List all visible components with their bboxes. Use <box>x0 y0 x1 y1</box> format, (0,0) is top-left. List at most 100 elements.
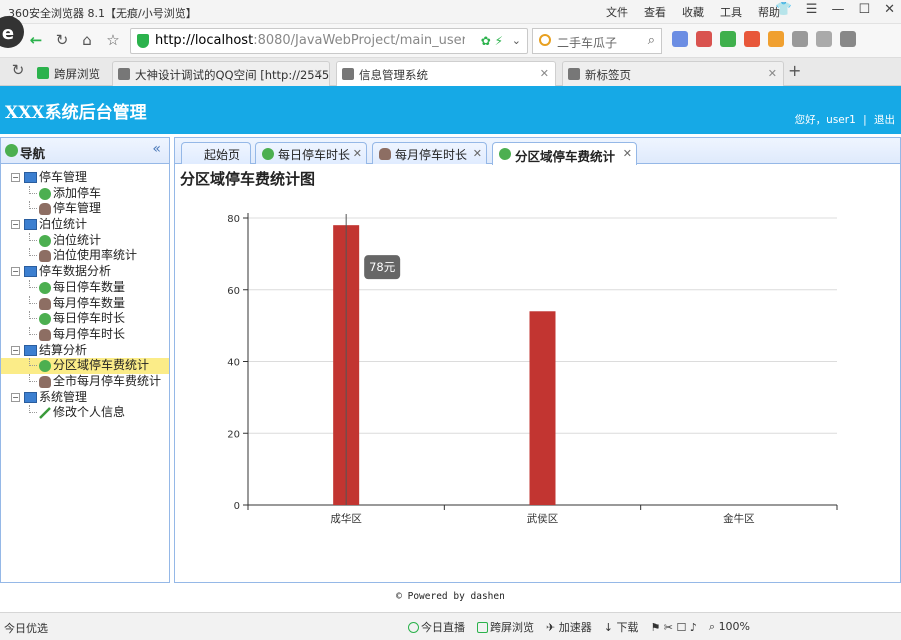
menu-view[interactable]: 查看 <box>644 4 666 20</box>
download-icon: ↓ <box>603 621 617 634</box>
status-accelerator[interactable]: ✈ 加速器 <box>546 619 592 635</box>
status-cross-screen[interactable]: 跨屏浏览 <box>477 619 534 635</box>
user-icon <box>39 328 51 341</box>
chart-tooltip-text: 78元 <box>369 260 396 274</box>
minimize-icon[interactable]: — <box>831 2 844 17</box>
greeting-text: 您好，user1 <box>794 114 856 126</box>
bar-chart: 0 20 40 60 80 成华区 武侯区 金牛区 78元 <box>227 213 838 525</box>
user-icon <box>379 148 391 160</box>
status-zoom[interactable]: ⌕ 100% <box>709 620 750 634</box>
page-icon <box>568 68 580 80</box>
apps-icon[interactable] <box>672 31 688 47</box>
add-icon <box>39 360 51 373</box>
tab-new-tab[interactable]: 新标签页 ✕ <box>562 61 784 86</box>
page-icon <box>342 68 354 80</box>
sidebar-item-parking-manage[interactable]: 停车管理 <box>1 201 169 217</box>
tab-cross-screen[interactable]: 跨屏浏览 <box>32 61 104 86</box>
tree-group-settlement[interactable]: − 结算分析 <box>1 343 169 359</box>
chevron-down-icon[interactable]: ⌄ <box>512 34 521 47</box>
user-icon <box>39 297 51 310</box>
close-tab-icon[interactable]: ✕ <box>540 67 549 80</box>
tree-group-parking[interactable]: − 停车管理 <box>1 170 169 186</box>
office-icon[interactable] <box>744 31 760 47</box>
status-download[interactable]: ↓ 下载 <box>604 619 639 635</box>
sidebar-item-edit-profile[interactable]: 修改个人信息 <box>1 405 169 421</box>
search-field[interactable]: 二手车瓜子 ⌕ <box>532 28 662 54</box>
globe-icon <box>5 144 18 157</box>
user-icon <box>39 250 51 263</box>
sidebar-item-daily-duration[interactable]: 每日停车时长 <box>1 311 169 327</box>
close-icon[interactable]: ✕ <box>884 2 895 17</box>
collapse-toggle-icon[interactable]: − <box>11 392 20 402</box>
add-icon <box>39 281 51 294</box>
sidebar-item-city-monthly-fee[interactable]: 全市每月停车费统计 <box>1 373 169 390</box>
star-icon[interactable]: ☆ <box>103 30 123 50</box>
game-icon[interactable] <box>768 31 784 47</box>
page-icon <box>118 68 130 80</box>
shield-icon[interactable] <box>720 31 736 47</box>
back-icon[interactable]: ← <box>26 30 46 50</box>
tab-monthly-duration[interactable]: 每月停车时长 ✕ <box>372 142 487 164</box>
menu-tools[interactable]: 工具 <box>720 4 742 20</box>
home-icon[interactable]: ⌂ <box>77 30 97 50</box>
menu-icon[interactable]: ☰ <box>806 2 818 17</box>
chart-title: 分区域停车费统计图 <box>180 170 316 188</box>
translate-icon[interactable] <box>792 31 808 47</box>
tab-region-fee[interactable]: 分区域停车费统计 ✕ <box>492 142 637 165</box>
sidebar-item-add-parking[interactable]: 添加停车 <box>1 185 169 202</box>
maximize-icon[interactable]: ☐ <box>858 2 870 17</box>
url-field[interactable]: http://localhost:8080/JavaWebProject/mai… <box>130 28 528 54</box>
tab-info-system[interactable]: 信息管理系统 ✕ <box>336 61 556 86</box>
menu-file[interactable]: 文件 <box>606 4 628 20</box>
tab-qq-space[interactable]: 大神设计调试的QQ空间 [http://2545 ✕ <box>112 61 330 86</box>
skin-icon[interactable]: 👕 <box>776 2 792 17</box>
close-tab-icon[interactable]: ✕ <box>353 147 362 160</box>
phone-icon <box>477 622 488 633</box>
sidebar-item-region-fee[interactable]: 分区域停车费统计 <box>1 358 169 374</box>
menu-favorites[interactable]: 收藏 <box>682 4 704 20</box>
computer-icon <box>24 172 37 183</box>
refresh-icon[interactable]: ↻ <box>52 30 72 50</box>
new-tab-icon[interactable]: + <box>788 61 801 80</box>
sidebar-item-monthly-count[interactable]: 每月停车数量 <box>1 295 169 312</box>
browser-title: 360安全浏览器 8.1【无痕/小号浏览】 <box>8 7 197 20</box>
user-icon <box>39 203 51 216</box>
tab-home[interactable]: 起始页 <box>181 142 251 164</box>
status-misc-icons[interactable]: ⚑ ✂ ☐ ♪ <box>650 621 696 634</box>
collapse-toggle-icon[interactable]: − <box>11 220 20 230</box>
tools-icon[interactable] <box>816 31 832 47</box>
collapse-icon[interactable]: « <box>152 141 161 157</box>
speedup-icon[interactable]: ✿ ⚡ <box>481 34 503 48</box>
collapse-toggle-icon[interactable]: − <box>11 173 20 182</box>
computer-icon <box>24 219 37 231</box>
tree-group-berth[interactable]: − 泊位统计 <box>1 217 169 233</box>
logout-link[interactable]: 退出 <box>874 114 895 126</box>
tree-group-analysis[interactable]: − 停车数据分析 <box>1 264 169 280</box>
zoom-icon[interactable] <box>840 31 856 47</box>
y-tick-label: 80 <box>227 214 240 225</box>
collapse-toggle-icon[interactable]: − <box>11 267 20 277</box>
tree-group-system[interactable]: − 系统管理 <box>1 390 169 406</box>
sidebar-item-berth-stats[interactable]: 泊位统计 <box>1 232 169 249</box>
add-icon <box>39 313 51 326</box>
sidebar-item-monthly-duration[interactable]: 每月停车时长 <box>1 326 169 343</box>
status-today-picks[interactable]: 今日优选 <box>4 620 48 636</box>
x-category-label: 成华区 <box>330 512 362 525</box>
play-icon <box>408 622 419 633</box>
status-tools: 今日直播 跨屏浏览 ✈ 加速器 ↓ 下载 ⚑ ✂ ☐ ♪ ⌕ 100% <box>408 619 750 635</box>
close-tab-icon[interactable]: ✕ <box>623 147 632 160</box>
mail-icon[interactable] <box>696 31 712 47</box>
address-toolbar: e ← ↻ ⌂ ☆ http://localhost:8080/JavaWebP… <box>0 16 901 58</box>
sidebar-item-berth-usage[interactable]: 泊位使用率统计 <box>1 248 169 264</box>
page-footer: © Powered by dashen <box>396 591 505 602</box>
collapse-toggle-icon[interactable]: − <box>11 345 20 355</box>
close-tab-icon[interactable]: ✕ <box>314 67 323 80</box>
reload-icon[interactable]: ↻ <box>8 60 28 80</box>
status-live[interactable]: 今日直播 <box>408 619 465 635</box>
close-tab-icon[interactable]: ✕ <box>768 67 777 80</box>
close-tab-icon[interactable]: ✕ <box>473 147 482 160</box>
sidebar-item-daily-count[interactable]: 每日停车数量 <box>1 279 169 296</box>
tab-daily-duration[interactable]: 每日停车时长 ✕ <box>255 142 367 164</box>
search-icon[interactable]: ⌕ <box>648 33 655 48</box>
search-engine-icon <box>539 34 551 46</box>
